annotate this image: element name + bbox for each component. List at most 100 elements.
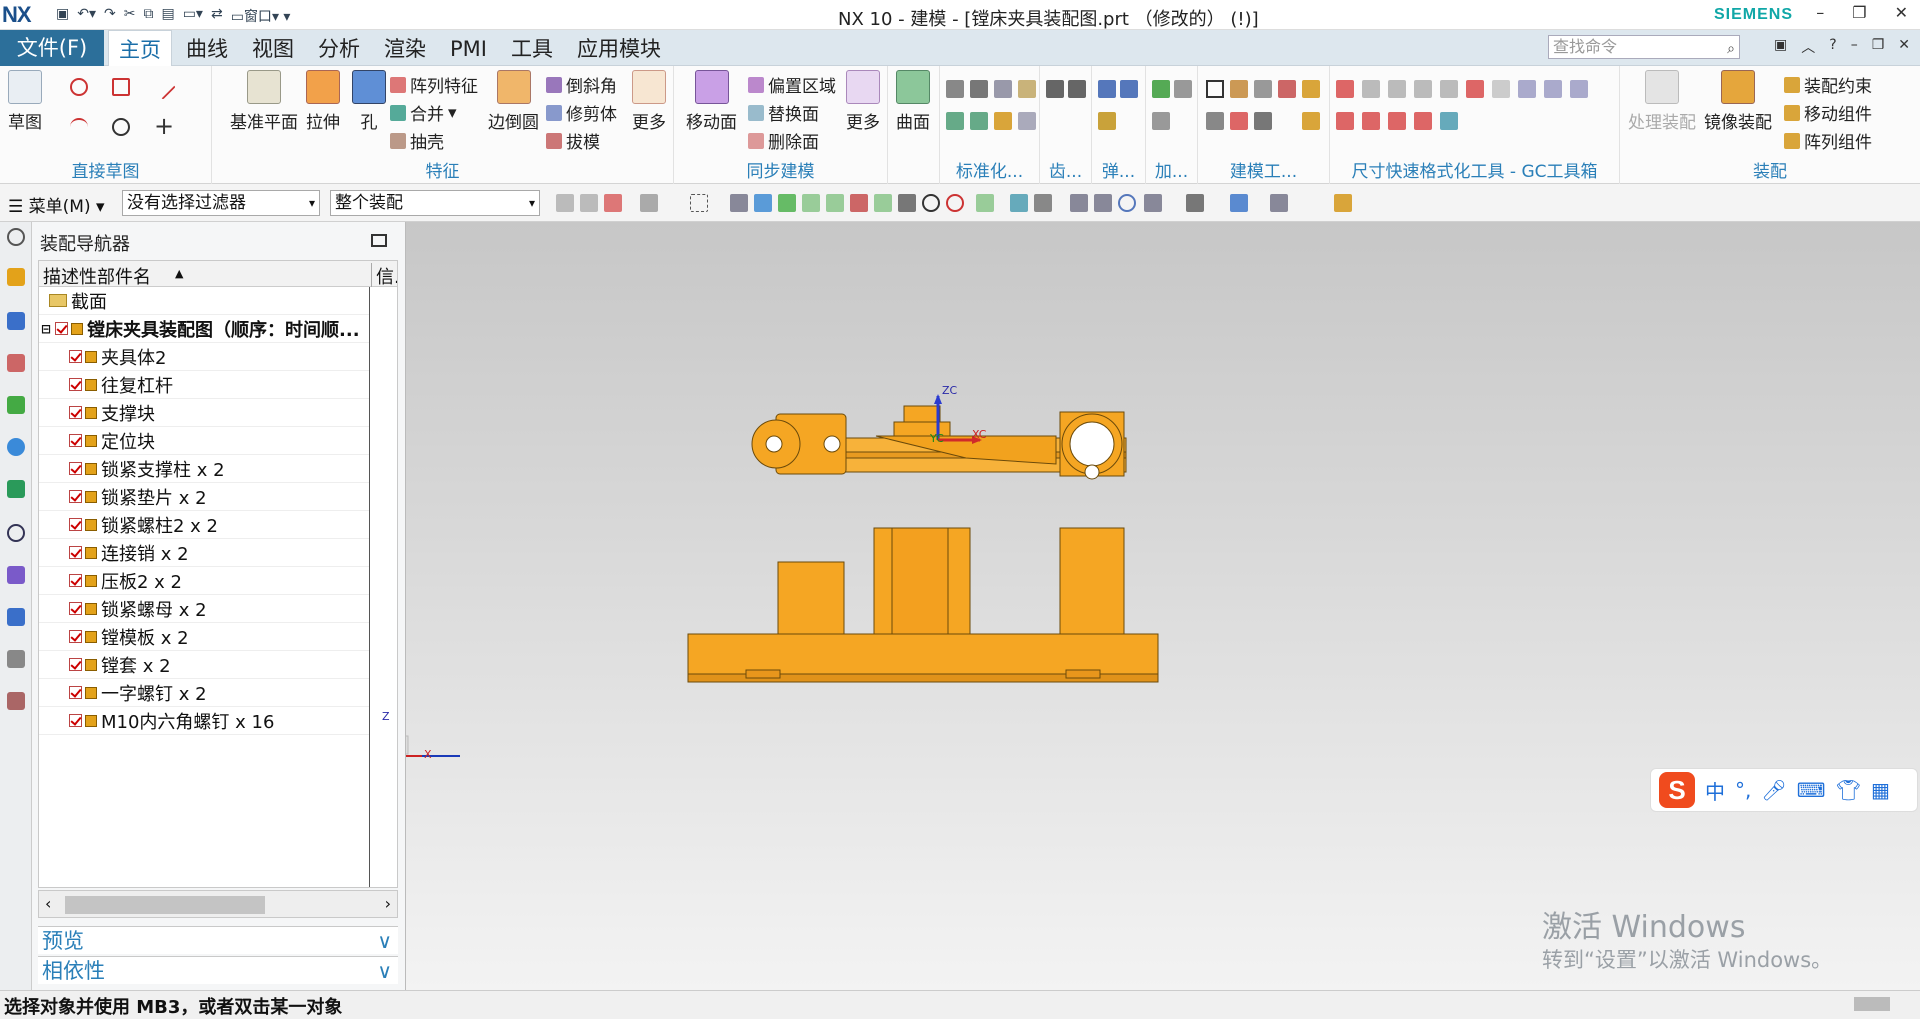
add-icon-2[interactable] <box>1174 80 1192 98</box>
snap-icon-2[interactable] <box>580 194 598 212</box>
scroll-left-icon[interactable]: ‹ <box>45 894 51 913</box>
close-icon[interactable]: ✕ <box>1895 3 1908 22</box>
restore-icon[interactable]: ❐ <box>1852 3 1866 22</box>
snap-icon-17[interactable] <box>1010 194 1028 212</box>
list-item[interactable]: 压板2 x 2 <box>39 567 369 595</box>
snap-icon-9[interactable] <box>802 194 820 212</box>
collapse-ribbon-icon[interactable]: ︿ <box>1801 37 1815 57</box>
snap-icon-8[interactable] <box>778 194 796 212</box>
window-menu[interactable]: ▭窗口▾ ▾ <box>231 6 291 26</box>
scrollbar-thumb[interactable] <box>65 896 265 914</box>
process-studio-icon[interactable] <box>7 608 25 626</box>
chevron-down-icon[interactable]: ∨ <box>377 957 392 985</box>
delete-face-button[interactable]: 删除面 <box>748 128 819 153</box>
collapse-icon[interactable]: ⊟ <box>41 322 51 336</box>
standard-part-icon-1[interactable] <box>946 80 964 98</box>
chevron-down-icon[interactable]: ∨ <box>377 927 392 955</box>
selection-scope-dropdown[interactable]: 整个装配 ▾ <box>330 190 540 216</box>
work-part-icon[interactable] <box>1334 194 1352 212</box>
gc-tool-icon-11[interactable] <box>1336 112 1354 130</box>
list-item[interactable]: 往复杠杆 <box>39 371 369 399</box>
modeling-tool-icon-2[interactable] <box>1230 80 1248 98</box>
move-face-button[interactable]: 移动面 <box>686 70 737 133</box>
list-item[interactable]: 锁紧垫片 x 2 <box>39 483 369 511</box>
gc-tool-icon-14[interactable] <box>1414 112 1432 130</box>
maximize-icon[interactable] <box>371 234 387 247</box>
doc-close-icon[interactable]: ✕ <box>1898 37 1910 57</box>
spring-icon-3[interactable] <box>1098 112 1116 130</box>
view-icon-4[interactable] <box>1144 194 1162 212</box>
checkbox-icon[interactable] <box>69 406 82 419</box>
assembly-navigator-icon[interactable] <box>7 268 25 286</box>
snap-icon-10[interactable] <box>826 194 844 212</box>
process-assembly-button[interactable]: 处理装配 <box>1628 70 1696 133</box>
keyboard-icon[interactable]: ⌨ <box>1797 778 1826 802</box>
constraint-navigator-icon[interactable] <box>7 312 25 330</box>
gc-tool-icon-2[interactable] <box>1362 80 1380 98</box>
triangle-tool-icon[interactable] <box>1206 80 1224 98</box>
gc-tool-icon-3[interactable] <box>1388 80 1406 98</box>
view-icon-5[interactable] <box>1186 194 1204 212</box>
snap-icon-12[interactable] <box>874 194 892 212</box>
add-icon-1[interactable] <box>1152 80 1170 98</box>
cut-icon[interactable]: ✂ <box>124 6 136 26</box>
list-item[interactable]: 锁紧支撑柱 x 2 <box>39 455 369 483</box>
tab-home[interactable]: 主页 <box>108 30 172 66</box>
touch-mode-icon[interactable]: ▭▾ <box>183 6 203 26</box>
root-assembly-node[interactable]: ⊟ 镗床夹具装配图（顺序：时间顺... <box>39 315 369 343</box>
chamfer-button[interactable]: 倒斜角 <box>546 72 617 97</box>
tab-curve[interactable]: 曲线 <box>176 30 238 66</box>
paste-icon[interactable]: ▤ <box>161 6 174 26</box>
list-item[interactable]: M10内六角螺钉 x 16 <box>39 707 369 735</box>
gc-tool-icon-5[interactable] <box>1440 80 1458 98</box>
trim-body-button[interactable]: 修剪体 <box>546 100 617 125</box>
gc-tool-icon-9[interactable] <box>1544 80 1562 98</box>
checkbox-icon[interactable] <box>69 658 82 671</box>
arc-icon[interactable] <box>70 118 88 136</box>
preview-panel[interactable]: 预览 ∨ <box>38 926 398 954</box>
view-icon-2[interactable] <box>1094 194 1112 212</box>
replace-face-button[interactable]: 替换面 <box>748 100 819 125</box>
snap-icon-4[interactable] <box>640 194 658 212</box>
list-item[interactable]: 锁紧螺柱2 x 2 <box>39 511 369 539</box>
gc-tool-icon-10[interactable] <box>1570 80 1588 98</box>
tab-applications[interactable]: 应用模块 <box>567 30 671 66</box>
scroll-right-icon[interactable]: › <box>385 894 391 913</box>
standard-part-icon-8[interactable] <box>1018 112 1036 130</box>
modeling-tool-icon-7[interactable] <box>1254 112 1272 130</box>
pattern-feature-button[interactable]: 阵列特征 <box>390 72 478 97</box>
surface-button[interactable]: 曲面 <box>896 70 930 133</box>
tab-pmi[interactable]: PMI <box>440 30 497 66</box>
modeling-tool-icon-5[interactable] <box>1206 112 1224 130</box>
edge-blend-button[interactable]: 边倒圆 <box>488 70 539 133</box>
checkbox-icon[interactable] <box>69 546 82 559</box>
snap-icon-15[interactable] <box>946 194 964 212</box>
doc-minimize-icon[interactable]: – <box>1851 37 1858 57</box>
list-item[interactable]: 定位块 <box>39 427 369 455</box>
point-icon[interactable]: + <box>154 112 174 140</box>
spring-icon-2[interactable] <box>1120 80 1138 98</box>
ribbon-options-icon[interactable]: ▣ <box>1774 37 1787 57</box>
line-icon[interactable] <box>150 74 176 100</box>
type-filter-dropdown[interactable]: 没有选择过滤器 ▾ <box>122 190 320 216</box>
command-search-input[interactable]: 查找命令 ⌕ <box>1548 35 1740 59</box>
shell-button[interactable]: 抽壳 <box>390 128 444 153</box>
roles-icon[interactable] <box>7 692 25 710</box>
standard-part-icon-3[interactable] <box>994 80 1012 98</box>
gc-tool-icon-12[interactable] <box>1362 112 1380 130</box>
column-info[interactable]: 信.. <box>371 263 397 288</box>
standard-part-icon-6[interactable] <box>970 112 988 130</box>
gc-tool-icon-4[interactable] <box>1414 80 1432 98</box>
modeling-tool-icon-4[interactable] <box>1278 80 1296 98</box>
checkbox-icon[interactable] <box>69 714 82 727</box>
snap-icon-1[interactable] <box>556 194 574 212</box>
datum-plane-button[interactable]: 基准平面 <box>230 70 298 133</box>
assembly-constraints-button[interactable]: 装配约束 <box>1784 72 1872 97</box>
mirror-assembly-button[interactable]: 镜像装配 <box>1704 70 1772 133</box>
add-icon-3[interactable] <box>1152 112 1170 130</box>
list-item[interactable]: 一字螺钉 x 2 <box>39 679 369 707</box>
menu-button[interactable]: ☰ 菜单(M) ▾ <box>8 192 105 217</box>
snap-icon-16[interactable] <box>976 194 994 212</box>
file-menu-button[interactable]: 文件(F) <box>0 30 104 66</box>
view-icon-7[interactable] <box>1270 194 1288 212</box>
